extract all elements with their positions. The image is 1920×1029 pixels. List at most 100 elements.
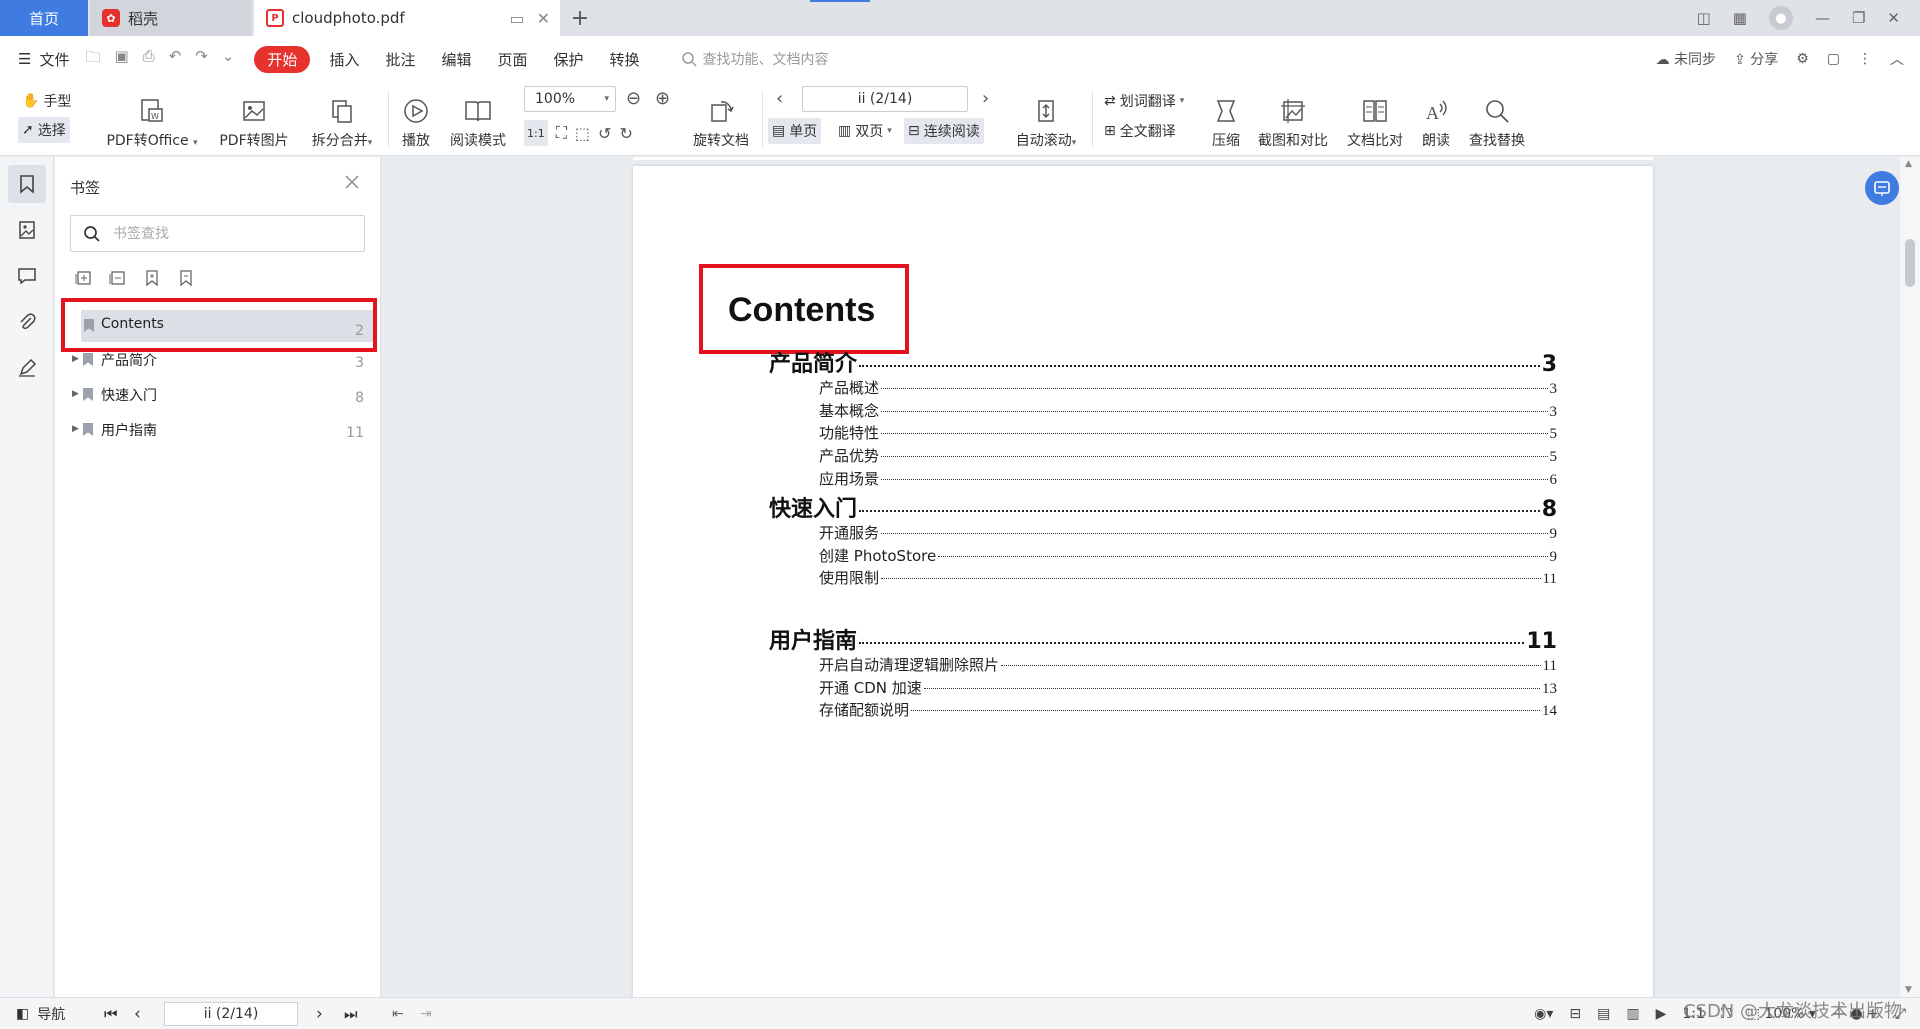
redo-icon[interactable]: ↷: [195, 47, 208, 72]
hand-tool-button[interactable]: ✋ 手型: [18, 88, 75, 114]
share-button[interactable]: ⇪ 分享: [1734, 49, 1778, 69]
last-page-icon[interactable]: ⏭: [344, 1005, 358, 1023]
file-menu-button[interactable]: ☰ 文件: [18, 49, 69, 70]
double-view-icon[interactable]: ▥: [1626, 1006, 1639, 1022]
sync-button[interactable]: ☁ 未同步: [1656, 49, 1716, 69]
toc-entry[interactable]: 创建 PhotoStore 9: [819, 545, 1557, 566]
avatar[interactable]: ●: [1768, 6, 1793, 30]
pdf-to-image-button[interactable]: PDF转图片: [214, 88, 294, 150]
restore-icon[interactable]: ❐: [1852, 9, 1865, 27]
eye-protect-icon[interactable]: ◉▾: [1534, 1006, 1553, 1022]
add-bookmark-icon[interactable]: [143, 269, 161, 287]
find-replace-button[interactable]: 查找替换: [1464, 88, 1530, 150]
menu-tab-convert[interactable]: 转换: [610, 49, 640, 70]
doc-compare-button[interactable]: 文档比对: [1342, 88, 1408, 150]
menu-tab-annotate[interactable]: 批注: [385, 49, 415, 70]
feedback-icon[interactable]: ▢: [1827, 51, 1840, 67]
bookmark-item-quick-start[interactable]: ▶ 快速入门 8: [55, 377, 381, 412]
first-page-icon[interactable]: ⏮: [104, 1005, 118, 1023]
bookmark-panel-toggle[interactable]: [8, 165, 46, 203]
menu-tab-page[interactable]: 页面: [497, 49, 527, 70]
rotate-document-button[interactable]: 旋转文档: [688, 88, 754, 150]
double-page-button[interactable]: ▥ 双页 ▾: [834, 118, 896, 144]
forward-icon[interactable]: ⇥: [420, 1006, 432, 1022]
new-tab-button[interactable]: +: [560, 0, 600, 36]
zoom-select[interactable]: 100% ▾: [524, 86, 616, 112]
select-tool-button[interactable]: ➚ 选择: [18, 117, 70, 143]
bookmark-search-box[interactable]: [70, 215, 365, 252]
prev-page-icon[interactable]: ‹: [134, 1004, 141, 1024]
toc-entry[interactable]: 功能特性 5: [819, 422, 1557, 443]
tab-document[interactable]: P cloudphoto.pdf ▭ ✕: [254, 0, 560, 36]
menu-tab-start[interactable]: 开始: [254, 45, 311, 73]
menu-tab-protect[interactable]: 保护: [554, 49, 584, 70]
prev-page-icon[interactable]: ‹: [776, 88, 783, 109]
actual-size-icon[interactable]: 1:1: [524, 120, 548, 146]
toc-entry[interactable]: 开通 CDN 加速 13: [819, 677, 1557, 698]
fit-width-icon[interactable]: ⬚: [575, 124, 590, 143]
document-viewport[interactable]: Contents 产品简介 3 产品概述 3 基本概念 3 功能特性 5 产品优势 5 应用场景 6 快…: [382, 157, 1900, 997]
scroll-up-icon[interactable]: ▲: [1905, 159, 1912, 169]
toc-entry[interactable]: 产品优势 5: [819, 445, 1557, 466]
open-folder-icon[interactable]: 🗀: [85, 47, 100, 72]
more-dropdown-icon[interactable]: ⌄: [222, 47, 235, 72]
zoom-in-icon[interactable]: ⊕: [655, 88, 670, 109]
minimize-icon[interactable]: —: [1815, 9, 1830, 27]
read-mode-button[interactable]: 阅读模式: [444, 88, 512, 150]
signature-panel-toggle[interactable]: [8, 349, 46, 387]
toc-entry[interactable]: 使用限制 11: [819, 567, 1557, 588]
layout-toggle-icon[interactable]: ◫: [1697, 9, 1711, 27]
tab-daoke[interactable]: ✿ 稻壳: [90, 0, 252, 36]
compress-button[interactable]: 压缩: [1208, 88, 1244, 150]
single-view-icon[interactable]: ▤: [1597, 1006, 1610, 1022]
play-button[interactable]: 播放: [394, 88, 438, 150]
undo-icon[interactable]: ↶: [169, 47, 182, 72]
page-number-input[interactable]: ii (2/14): [802, 86, 968, 112]
collapse-all-icon[interactable]: [109, 269, 127, 287]
expand-arrow-icon[interactable]: ▶: [72, 354, 79, 364]
screenshot-compare-button[interactable]: 截图和对比: [1254, 88, 1332, 150]
comments-panel-toggle[interactable]: [8, 257, 46, 295]
toc-entry[interactable]: 应用场景 6: [819, 468, 1557, 489]
rotate-right-icon[interactable]: ↻: [619, 124, 632, 143]
apps-grid-icon[interactable]: ▦: [1733, 9, 1747, 27]
scrollbar-thumb[interactable]: [1905, 239, 1915, 287]
toc-entry[interactable]: 基本概念 3: [819, 400, 1557, 421]
more-vertical-icon[interactable]: ⋮: [1858, 51, 1872, 67]
full-translate-button[interactable]: ⊞ 全文翻译: [1100, 118, 1180, 144]
next-page-icon[interactable]: ›: [316, 1004, 323, 1024]
tab-close-icon[interactable]: ✕: [537, 9, 550, 28]
thumbnail-panel-toggle[interactable]: [8, 211, 46, 249]
toc-entry[interactable]: 开启自动清理逻辑删除照片 11: [819, 654, 1557, 675]
close-window-icon[interactable]: ✕: [1887, 9, 1900, 27]
toc-entry[interactable]: 存储配额说明 14: [819, 699, 1557, 720]
toc-section[interactable]: 产品简介 3: [769, 346, 1557, 378]
rotate-left-icon[interactable]: ↺: [598, 124, 611, 143]
toc-section[interactable]: 用户指南 11: [769, 623, 1557, 655]
next-page-icon[interactable]: ›: [982, 88, 989, 109]
continuous-read-button[interactable]: ⊟ 连续阅读: [904, 118, 984, 144]
print-icon[interactable]: ⎙: [143, 47, 155, 72]
expand-all-icon[interactable]: [75, 269, 93, 287]
settings-icon[interactable]: ⚙: [1796, 51, 1809, 67]
tab-pin-icon[interactable]: ▭: [509, 9, 524, 28]
word-translate-button[interactable]: ⇄ 划词翻译 ▾: [1100, 88, 1188, 114]
auto-scroll-button[interactable]: 自动滚动▾: [1008, 88, 1084, 150]
toc-entry[interactable]: 产品概述 3: [819, 377, 1557, 398]
nav-toggle-button[interactable]: ◧ 导航: [16, 1004, 65, 1024]
split-merge-button[interactable]: 拆分合并▾: [304, 88, 380, 150]
back-icon[interactable]: ⇤: [392, 1006, 404, 1022]
bookmark-item-user-guide[interactable]: ▶ 用户指南 11: [55, 412, 381, 447]
bookmark-search-input[interactable]: [113, 225, 353, 242]
continuous-view-icon[interactable]: ⊟: [1569, 1006, 1581, 1022]
tab-home[interactable]: 首页: [0, 0, 88, 36]
attachments-panel-toggle[interactable]: [8, 303, 46, 341]
delete-bookmark-icon[interactable]: [177, 269, 195, 287]
vertical-scrollbar[interactable]: ▲ ▼: [1900, 157, 1920, 997]
scroll-down-icon[interactable]: ▼: [1905, 985, 1912, 995]
toc-section[interactable]: 快速入门 8: [769, 491, 1557, 523]
save-icon[interactable]: ▣: [114, 47, 128, 72]
feature-search[interactable]: 查找功能、文档内容: [681, 49, 829, 69]
ai-assistant-button[interactable]: [1865, 171, 1899, 205]
play-slideshow-icon[interactable]: ▶: [1656, 1006, 1667, 1022]
